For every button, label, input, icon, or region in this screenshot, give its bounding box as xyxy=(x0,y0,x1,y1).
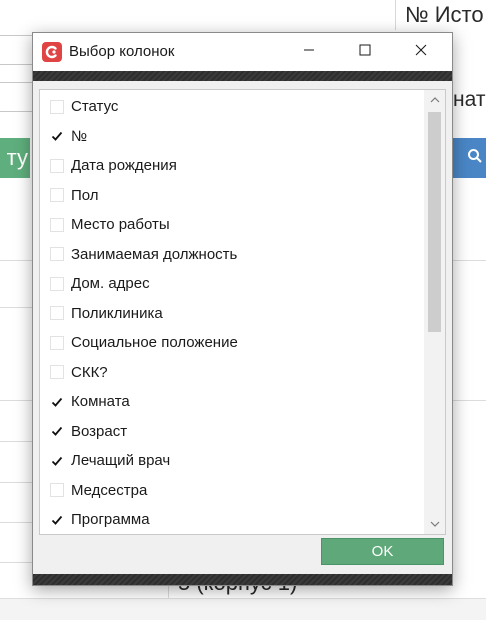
maximize-icon xyxy=(359,43,371,61)
column-checkbox-label: Комната xyxy=(71,393,130,410)
background-row-divider xyxy=(0,522,32,523)
background-row-divider xyxy=(0,400,32,401)
dialog-titlebar[interactable]: Выбор колонок xyxy=(33,33,452,71)
background-action-button[interactable]: ту xyxy=(0,138,30,178)
dialog-footer-stripe xyxy=(33,574,452,585)
column-checkbox-label: Социальное положение xyxy=(71,334,238,351)
checkmark-icon xyxy=(51,131,63,141)
column-checkbox[interactable] xyxy=(50,276,64,291)
chevron-up-icon[interactable] xyxy=(424,90,445,110)
column-list-item[interactable]: Лечащий врач xyxy=(40,446,424,475)
column-checkbox-label: Программа xyxy=(71,511,150,528)
background-side-text: ната xyxy=(453,88,486,111)
background-column-header: № Исто xyxy=(405,2,484,27)
dialog-title: Выбор колонок xyxy=(69,43,175,60)
column-checkbox[interactable] xyxy=(50,188,64,202)
checkmark-icon xyxy=(51,426,63,436)
search-icon xyxy=(467,148,483,169)
column-checkbox-label: Статус xyxy=(71,98,119,115)
column-list-item[interactable]: Поликлиника xyxy=(40,299,424,328)
column-list[interactable]: Статус № Дата рождения Пол Место работы Заним… xyxy=(39,89,446,535)
background-action-button-label: ту xyxy=(6,145,28,170)
column-list-item[interactable]: Социальное положение xyxy=(40,328,424,357)
minimize-icon xyxy=(303,43,315,61)
column-checkbox[interactable] xyxy=(50,453,64,468)
column-checkbox-label: Дата рождения xyxy=(71,157,177,174)
column-list-item[interactable]: № xyxy=(40,122,424,151)
column-checkbox-label: Место работы xyxy=(71,216,170,233)
background-row-divider xyxy=(0,307,32,308)
background-row-divider xyxy=(0,441,32,442)
ok-button-label: OK xyxy=(371,543,394,560)
background-row-divider xyxy=(453,400,486,401)
background-row-divider xyxy=(453,260,486,261)
background-row-divider xyxy=(0,260,32,261)
column-list-item[interactable]: Пол xyxy=(40,181,424,210)
checkmark-icon xyxy=(51,397,63,407)
column-list-item[interactable]: СКК? xyxy=(40,358,424,387)
checkmark-icon xyxy=(51,515,63,525)
maximize-button[interactable] xyxy=(342,33,388,71)
dialog-header-stripe xyxy=(33,71,452,81)
column-checkbox-label: № xyxy=(71,127,88,145)
column-checkbox[interactable] xyxy=(50,424,64,438)
column-checkbox-label: Дом. адрес xyxy=(71,275,150,292)
background-row-divider xyxy=(0,562,32,563)
column-list-item[interactable]: Дом. адрес xyxy=(40,269,424,298)
column-checkbox[interactable] xyxy=(50,483,64,497)
close-button[interactable] xyxy=(398,33,444,71)
background-row-divider xyxy=(0,482,32,483)
column-chooser-dialog: Выбор колонок Статус № Дата рождения Пол Мес… xyxy=(32,32,453,586)
background-input-field[interactable] xyxy=(0,35,35,65)
column-checkbox-label: Пол xyxy=(71,186,99,204)
column-checkbox[interactable] xyxy=(50,129,64,143)
scrollbar-thumb[interactable] xyxy=(428,112,441,332)
checkmark-icon xyxy=(51,456,63,466)
column-checkbox-label: Возраст xyxy=(71,422,128,440)
column-checkbox-label: Занимаемая должность xyxy=(71,245,238,263)
background-footer xyxy=(0,598,486,620)
list-scrollbar[interactable] xyxy=(424,90,445,534)
column-checkbox[interactable] xyxy=(50,335,64,350)
background-search-button[interactable] xyxy=(453,138,486,178)
app-logo-icon xyxy=(42,42,62,62)
column-list-item[interactable]: Медсестра xyxy=(40,476,424,505)
chevron-down-icon[interactable] xyxy=(424,514,445,534)
column-list-item[interactable]: Статус xyxy=(40,92,424,121)
column-checkbox[interactable] xyxy=(50,365,64,379)
column-checkbox-label: Медсестра xyxy=(71,481,148,499)
background-input-field[interactable] xyxy=(0,82,35,112)
column-list-item[interactable]: Занимаемая должность xyxy=(40,240,424,269)
column-checkbox-label: Поликлиника xyxy=(71,304,163,322)
column-checkbox[interactable] xyxy=(50,99,64,114)
close-icon xyxy=(415,43,427,61)
column-checkbox[interactable] xyxy=(50,512,64,527)
column-list-item[interactable]: Дата рождения xyxy=(40,151,424,180)
column-checkbox[interactable] xyxy=(50,306,64,320)
column-checkbox[interactable] xyxy=(50,217,64,232)
column-list-item[interactable]: Комната xyxy=(40,387,424,416)
column-checkbox[interactable] xyxy=(50,394,64,409)
column-list-item[interactable]: Возраст xyxy=(40,417,424,446)
column-checkbox[interactable] xyxy=(50,158,64,173)
column-list-item[interactable]: Место работы xyxy=(40,210,424,239)
column-checkbox[interactable] xyxy=(50,247,64,261)
column-checkbox-label: СКК? xyxy=(71,363,108,381)
minimize-button[interactable] xyxy=(286,33,332,71)
column-checkbox-label: Лечащий врач xyxy=(71,452,171,469)
ok-button[interactable]: OK xyxy=(321,538,444,565)
column-list-item[interactable]: Программа xyxy=(40,505,424,534)
